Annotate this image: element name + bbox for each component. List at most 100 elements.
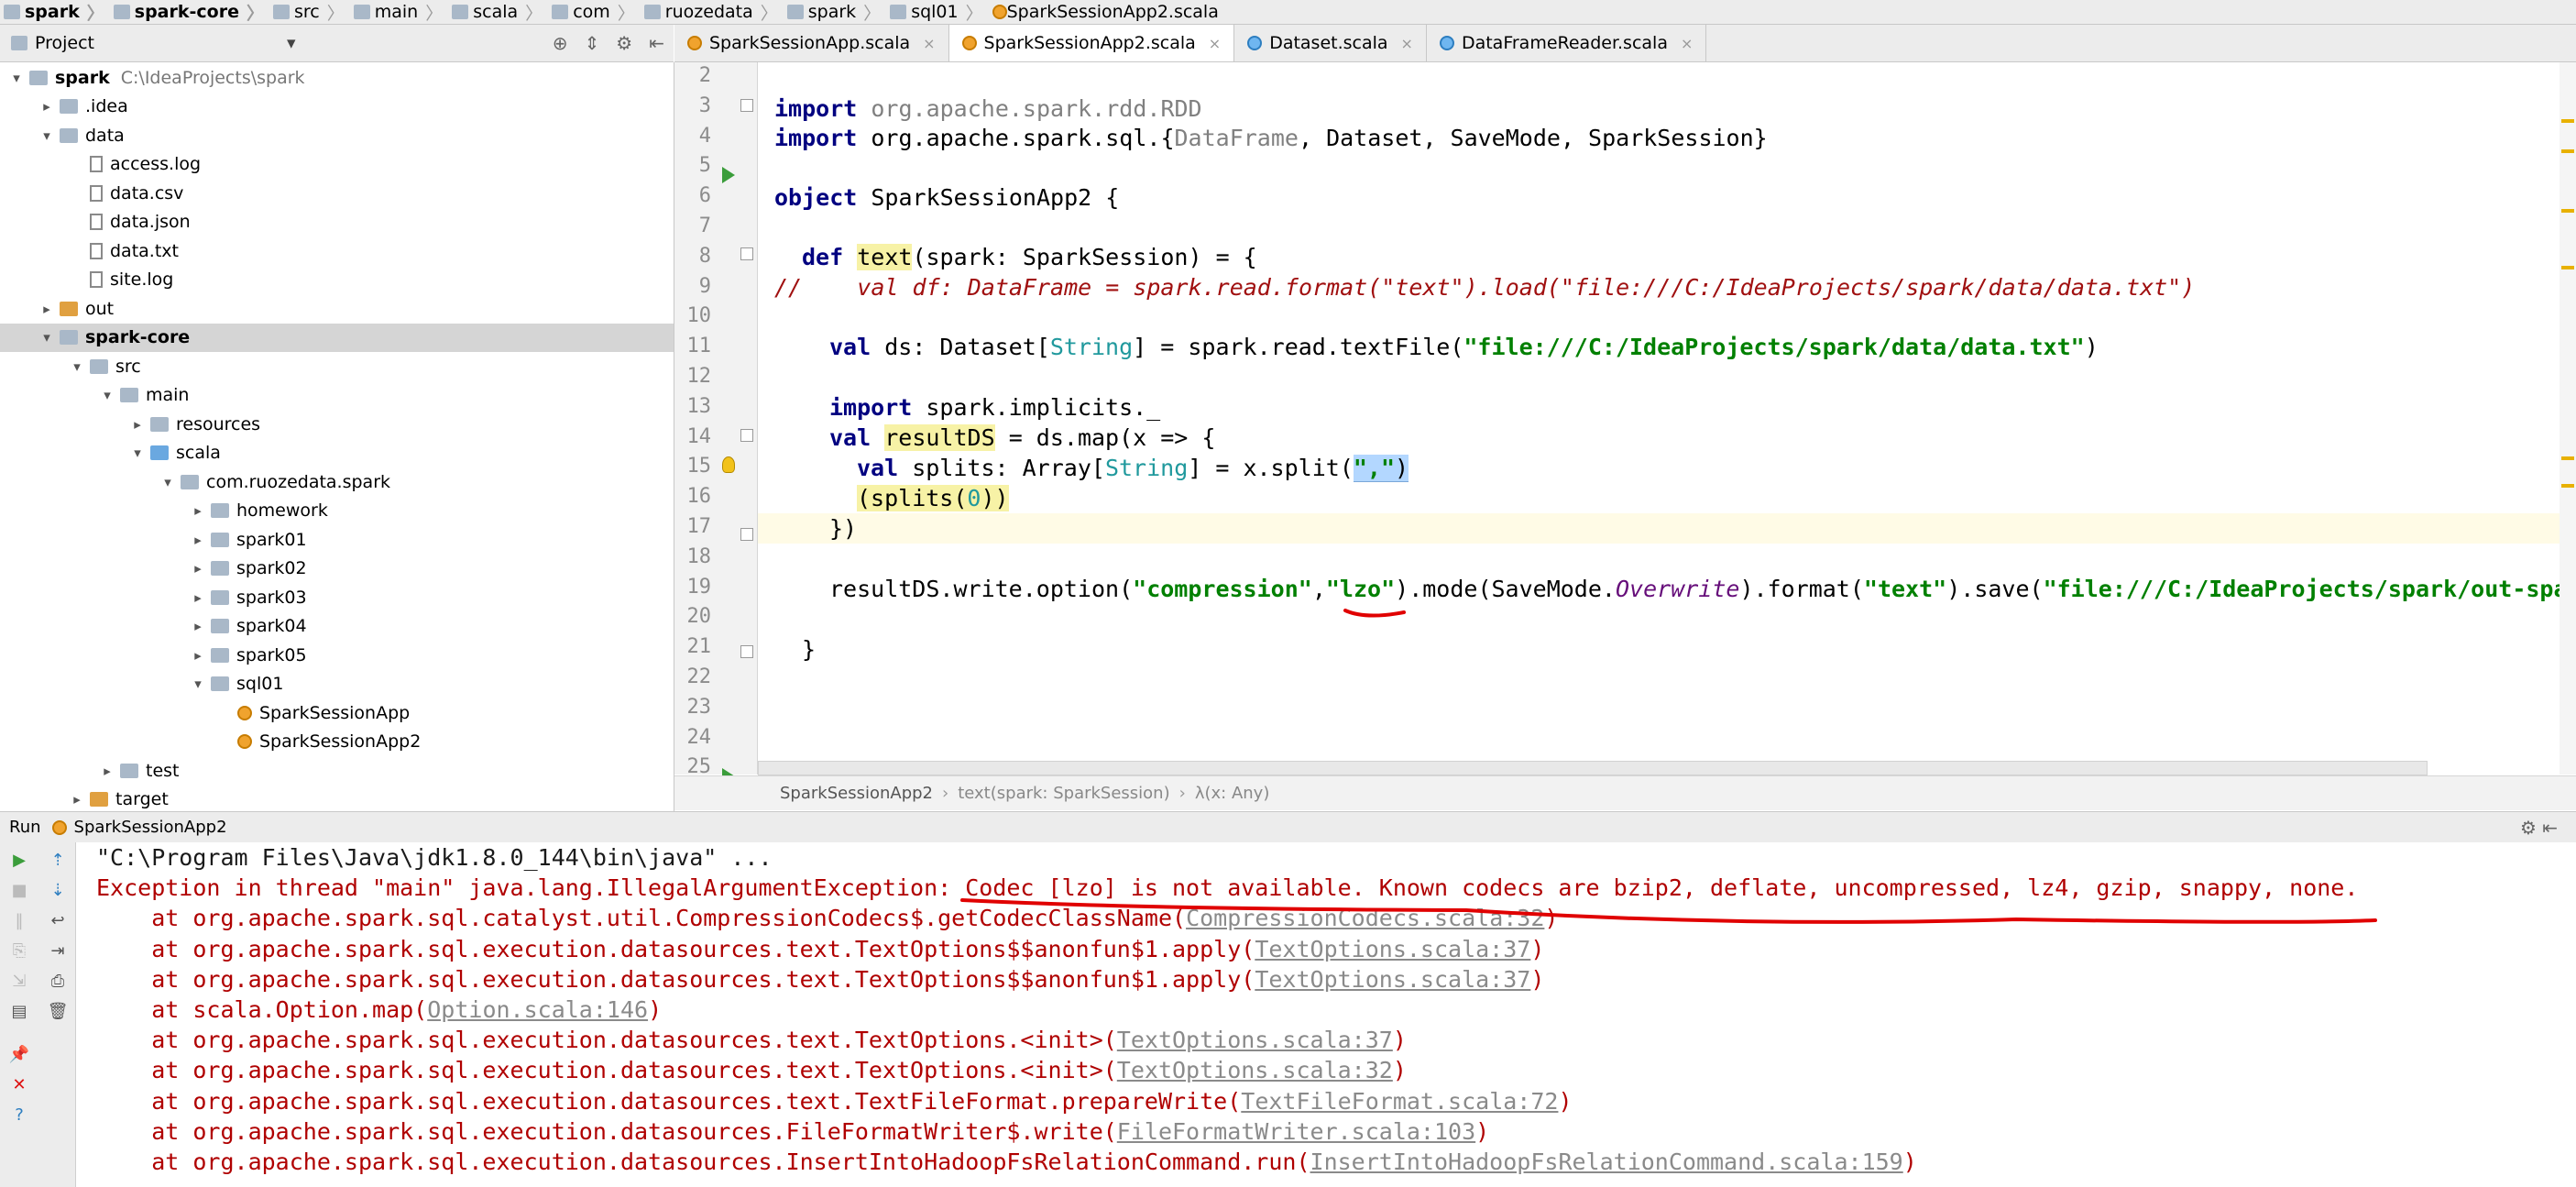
tree-item[interactable]: ▾ scala — [0, 439, 674, 467]
tree-item[interactable]: access.log — [0, 150, 674, 179]
tree-item[interactable]: SparkSessionApp — [0, 698, 674, 727]
tree-item[interactable]: ▸ homework — [0, 497, 674, 525]
editor-tab[interactable]: SparkSessionApp.scala × — [674, 25, 949, 61]
chevron-right-icon[interactable]: ▸ — [189, 560, 207, 577]
chevron-right-icon[interactable]: ▸ — [189, 589, 207, 606]
hide-icon[interactable]: ⇤ — [649, 32, 664, 54]
run-config-name[interactable]: SparkSessionApp2 — [74, 818, 227, 837]
breadcrumb-item[interactable]: spark-core 〉 — [110, 0, 269, 24]
fold-marker-icon[interactable] — [740, 528, 753, 541]
chevron-right-icon[interactable]: ▸ — [38, 98, 56, 115]
chevron-right-icon[interactable]: ▸ — [189, 502, 207, 519]
chevron-right-icon[interactable]: ▸ — [98, 763, 116, 779]
crumb-method[interactable]: text(spark: SparkSession) — [958, 784, 1169, 803]
chevron-down-icon[interactable]: ▾ — [128, 445, 147, 461]
tree-item[interactable]: ▸ target — [0, 786, 674, 812]
tree-item[interactable]: ▾ main — [0, 381, 674, 410]
tree-item[interactable]: ▸ spark01 — [0, 525, 674, 554]
globe-icon[interactable]: ⊕ — [553, 32, 568, 54]
chevron-right-icon[interactable]: ▸ — [189, 618, 207, 634]
layout-icon[interactable]: ▤ — [9, 1001, 29, 1021]
pause-icon[interactable]: ‖ — [9, 910, 29, 930]
chevron-down-icon[interactable]: ▾ — [7, 70, 26, 86]
source-link[interactable]: TextOptions.scala:32 — [1117, 1057, 1393, 1083]
tree-item[interactable]: ▸ out — [0, 294, 674, 323]
source-link[interactable]: TextOptions.scala:37 — [1255, 936, 1530, 962]
tree-item[interactable]: data.csv — [0, 179, 674, 207]
source-link[interactable]: TextOptions.scala:37 — [1255, 966, 1530, 993]
chevron-down-icon[interactable]: ▾ — [68, 358, 86, 375]
source-link[interactable]: TextFileFormat.scala:72 — [1241, 1088, 1558, 1115]
close-tab-icon[interactable]: × — [923, 35, 935, 52]
fold-marker-icon[interactable] — [740, 247, 753, 260]
fold-marker-icon[interactable] — [740, 645, 753, 658]
chevron-right-icon[interactable]: ▸ — [189, 532, 207, 548]
crumb-lambda[interactable]: λ(x: Any) — [1195, 784, 1270, 803]
tree-item[interactable]: ▾ spark-core — [0, 323, 674, 352]
clear-all-icon[interactable]: 🗑 — [48, 1001, 69, 1021]
chevron-down-icon[interactable]: ▾ — [38, 127, 56, 144]
chevron-right-icon[interactable]: ▸ — [68, 791, 86, 808]
close-tab-icon[interactable]: × — [1681, 35, 1693, 52]
close-tab-icon[interactable]: × — [1209, 35, 1221, 52]
breadcrumb-item[interactable]: SparkSessionApp2.scala — [989, 2, 1224, 22]
tree-item[interactable]: ▾ spark C:\IdeaProjects\spark — [0, 63, 674, 92]
scroll-up-icon[interactable]: ⇡ — [48, 850, 68, 870]
fold-marker-icon[interactable] — [740, 99, 753, 112]
error-stripe[interactable] — [2560, 62, 2576, 775]
run-object-icon[interactable] — [722, 167, 735, 183]
breadcrumb-item[interactable]: ruozedata 〉 — [641, 0, 784, 24]
code-editor[interactable]: import org.apache.spark.rdd.RDD import o… — [758, 62, 2576, 775]
source-link[interactable]: InsertIntoHadoopFsRelationCommand.scala:… — [1310, 1149, 1903, 1175]
chevron-right-icon[interactable]: ▸ — [38, 301, 56, 317]
scroll-end-icon[interactable]: ⇥ — [48, 940, 68, 961]
breadcrumb-item[interactable]: spark 〉 — [784, 0, 886, 24]
gear-icon[interactable]: ⚙ ⇤ — [2520, 817, 2558, 839]
breadcrumb-item[interactable]: main 〉 — [350, 0, 449, 24]
scroll-down-icon[interactable]: ⇣ — [48, 880, 68, 900]
chevron-right-icon[interactable]: ▸ — [189, 647, 207, 664]
chevron-down-icon[interactable]: ▾ — [98, 387, 116, 403]
tree-item[interactable]: ▸ spark04 — [0, 612, 674, 641]
tree-item[interactable]: ▾ com.ruozedata.spark — [0, 467, 674, 496]
breadcrumb-item[interactable]: sql01 〉 — [886, 0, 988, 24]
tree-item[interactable]: site.log — [0, 266, 674, 294]
tree-item[interactable]: ▸ spark02 — [0, 555, 674, 583]
intention-bulb-icon[interactable] — [722, 456, 735, 473]
breadcrumb-item[interactable]: src 〉 — [269, 0, 350, 24]
crumb-object[interactable]: SparkSessionApp2 — [780, 784, 933, 803]
tree-item[interactable]: data.txt — [0, 236, 674, 265]
tree-item[interactable]: ▸ spark05 — [0, 641, 674, 669]
rerun-icon[interactable]: ▶ — [9, 850, 29, 870]
source-link[interactable]: Option.scala:146 — [427, 996, 648, 1023]
print-icon[interactable]: ⎙ — [48, 971, 68, 991]
source-link[interactable]: FileFormatWriter.scala:103 — [1117, 1118, 1475, 1145]
run-console[interactable]: "C:\Program Files\Java\jdk1.8.0_144\bin\… — [76, 842, 2576, 1187]
exit-icon[interactable]: ⇲ — [9, 971, 29, 991]
help-icon[interactable]: ? — [9, 1105, 29, 1125]
pin-icon[interactable]: 📌 — [9, 1044, 29, 1064]
editor-tab[interactable]: Dataset.scala × — [1234, 25, 1427, 61]
horizontal-scrollbar[interactable] — [758, 761, 2428, 775]
tree-item[interactable]: ▸ spark03 — [0, 583, 674, 611]
chevron-down-icon[interactable]: ▾ — [38, 329, 56, 346]
editor-tab[interactable]: SparkSessionApp2.scala × — [948, 25, 1235, 61]
fold-marker-icon[interactable] — [740, 429, 753, 442]
project-panel-title[interactable]: Project — [35, 33, 94, 53]
tree-item[interactable]: ▾ src — [0, 352, 674, 380]
editor-tab[interactable]: DataFrameReader.scala × — [1427, 25, 1707, 61]
breadcrumb-item[interactable]: com 〉 — [548, 0, 641, 24]
chevron-down-icon[interactable]: ▾ — [159, 474, 177, 490]
chevron-down-icon[interactable]: ▾ — [189, 676, 207, 692]
tree-item[interactable]: SparkSessionApp2 — [0, 728, 674, 756]
source-link[interactable]: CompressionCodecs.scala:32 — [1186, 905, 1544, 931]
tree-item[interactable]: ▾ data — [0, 121, 674, 149]
tree-item[interactable]: ▸ .idea — [0, 93, 674, 121]
gear-icon[interactable]: ⚙ — [616, 32, 632, 54]
tree-item[interactable]: ▸ resources — [0, 410, 674, 438]
soft-wrap-icon[interactable]: ↩ — [48, 910, 68, 930]
collapse-icon[interactable]: ⇕ — [585, 32, 600, 54]
stop-icon[interactable]: ■ — [9, 880, 29, 900]
tree-item[interactable]: data.json — [0, 208, 674, 236]
breadcrumb-item[interactable]: spark 〉 — [0, 0, 110, 24]
